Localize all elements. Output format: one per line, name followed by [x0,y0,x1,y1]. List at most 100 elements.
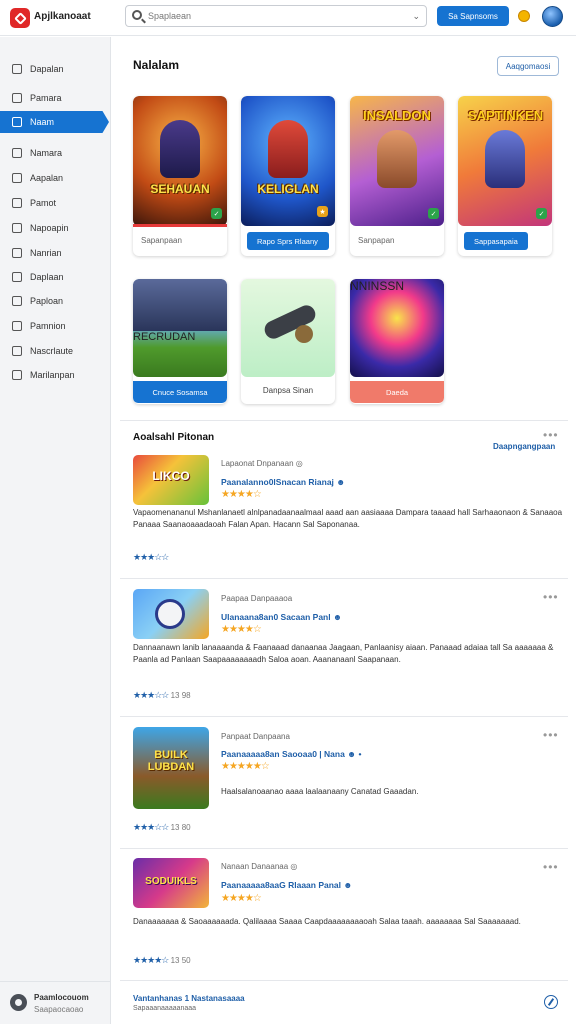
sidebar-item-6[interactable]: Napoapin [0,217,111,239]
review-thumbnail[interactable] [133,589,209,639]
game-card-3[interactable]: SAPTINKEN ✓ Sappasapaia [458,96,552,256]
sidebar-item-12[interactable]: Marilanpan [0,364,111,386]
review-meta: Panpaat Danpaana [221,732,290,741]
game-art: RECRUDAN [133,279,227,377]
review-body: Danaaaaaaa & Saoaaaaaada. Qalilaaaa Saaa… [133,917,521,926]
review-title[interactable]: Ulanaana8an0 Sacaan Panl ☻ [221,612,342,622]
game-card-button[interactable]: Sappasapaia [464,232,528,250]
game-art: SAPTINKEN ✓ [458,96,552,226]
sidebar-item-10[interactable]: Pamnion [0,315,111,337]
people-icon [12,370,22,380]
game-art-title: KELIGLAN [257,182,319,196]
more-options-icon[interactable]: ••• [543,728,559,742]
game-art: SEHAUAN ✓ [133,96,227,226]
game-card-5[interactable]: Danpsa Sinan [241,279,335,404]
review-thumbnail[interactable]: LIKCO [133,455,209,505]
primary-action-button[interactable]: Sa Sapnsoms [437,6,509,26]
sidebar-item-label: Aapalan [30,173,64,183]
avatar[interactable] [542,6,563,27]
game-card-label: Danpsa Sinan [262,386,314,395]
document-icon [12,93,22,103]
review-footer: ★★★☆☆ 13 80 [133,822,191,833]
review-meta: Nanaan Danaanaa ◎ [221,862,298,871]
game-card-button[interactable]: Rapo Sprs Rlaany [247,232,329,250]
bottom-link[interactable]: Vantanhanas 1 Nastanasaaaa [133,994,245,1003]
review-title[interactable]: Paanaaaaa8an Saooaa0 | Nana ☻ • [221,749,361,759]
more-options-icon[interactable]: ••• [543,590,559,604]
game-art-title: NNINSSN [350,279,405,293]
mail-icon [12,346,22,356]
gear-icon[interactable] [10,994,27,1011]
sidebar-item-label: Daplaan [30,272,64,282]
sidebar-footer-subtitle: Saapaocaoao [34,1005,84,1014]
game-card-4[interactable]: RECRUDAN Cnuce Sosamsa [133,279,227,404]
reviews-link[interactable]: Daapngangpaan [493,442,555,451]
game-art [241,279,335,377]
sidebar-item-9[interactable]: Paploan [0,290,111,312]
sidebar-item-label: Nanrian [30,248,62,258]
sidebar-item-1[interactable]: Pamara [0,87,111,109]
review-body: Haalsalanoaanao aaaa laalaanaany Canatad… [221,787,419,796]
sidebar-item-11[interactable]: Nascrlaute [0,340,111,362]
footer-stars: ★★★☆☆ [133,552,169,562]
review-body: Dannaanawn lanib lanaaaanda & Faanaaad d… [133,643,554,664]
app-title: Apjlkanoaat [34,11,91,22]
sidebar-item-2[interactable]: Naam [0,111,109,133]
rating-stars: ★★★★☆ [221,893,262,904]
game-card-1[interactable]: KELIGLAN ★ Rapo Sprs Rlaany [241,96,335,256]
chevron-down-icon[interactable]: ⌄ [412,11,420,22]
sidebar-item-3[interactable]: Namara [0,142,111,164]
review-footer: ★★★☆☆ [133,552,169,563]
footer-count: 13 80 [170,823,191,832]
app-logo-icon[interactable] [10,8,30,28]
sidebar-item-5[interactable]: Pamot [0,192,111,214]
progress-strip [133,224,227,227]
review-thumbnail[interactable]: SODUIKLS [133,858,209,908]
reviews-title: Aoalsahl Pitonan [133,432,215,443]
character-figure [155,599,185,629]
sidebar-item-7[interactable]: Nanrian [0,242,111,264]
review-body: Vapaomenananul Mshanlanaetl alnlpanadaan… [133,508,563,529]
badge-icon: ✓ [536,208,547,219]
sidebar-item-4[interactable]: Aapalan [0,167,111,189]
game-art-title: SEHAUAN [150,182,210,196]
calendar-icon [12,248,22,258]
game-art-title: SAPTINKEN [468,108,544,123]
featured-title: Nalalam [133,58,180,72]
coin-icon[interactable] [518,10,530,22]
more-options-icon[interactable]: ••• [543,428,559,442]
bookmark-icon [12,117,22,127]
divider [120,716,568,717]
divider [120,578,568,579]
game-card-2[interactable]: INSALDON ✓ Sanpapan [350,96,444,256]
game-card-button[interactable]: Daeda [350,381,444,403]
divider [120,980,568,981]
game-card-label: Sanpapan [358,236,395,245]
footer-count: 13 98 [170,691,191,700]
footer-stars: ★★★★☆ [133,955,169,965]
game-card-0[interactable]: SEHAUAN ✓ Sapanpaan [133,96,227,256]
featured-action-button[interactable]: Aaqgomaosi [497,56,559,76]
user-icon [12,198,22,208]
top-bar: Apjlkanoaat Spaplaean ⌄ Sa Sapnsoms [0,0,576,36]
more-options-icon[interactable]: ••• [543,860,559,874]
review-title[interactable]: Paanaaaaa8aaG Rlaaan Panal ☻ [221,880,352,890]
game-card-6[interactable]: NNINSSN Daeda [350,279,444,404]
character-figure [268,120,308,178]
character-figure [377,130,417,188]
review-thumbnail[interactable]: BUILK LUBDAN [133,727,209,809]
sidebar-item-8[interactable]: Daplaan [0,266,111,288]
search-placeholder: Spaplaean [148,11,192,21]
sidebar-item-label: Napoapin [30,223,69,233]
search-input[interactable]: Spaplaean ⌄ [125,5,427,27]
clock-icon [12,173,22,183]
footer-count: 13 50 [170,956,191,965]
sidebar-item-0[interactable]: Dapalan [0,58,111,80]
sidebar-item-label: Namara [30,148,63,158]
sidebar-item-label: Nascrlaute [30,346,74,356]
game-card-button[interactable]: Cnuce Sosamsa [133,381,227,403]
edit-icon[interactable] [544,995,558,1009]
review-title[interactable]: Paanalanno0lSnacan Rianaj ☻ [221,477,345,487]
sidebar-item-label: Pamara [30,93,62,103]
sidebar-footer[interactable]: Paamlocouom Saapaocaoao [0,981,111,1024]
